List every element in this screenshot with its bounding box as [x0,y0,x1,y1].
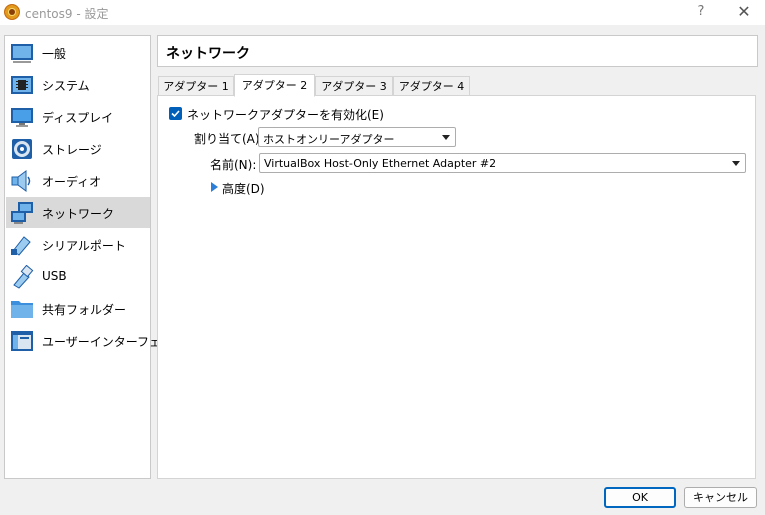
sidebar-item-label: ストレージ [42,143,102,157]
sidebar-item-label: ネットワーク [42,207,115,221]
sidebar-item-audio[interactable]: オーディオ [6,165,150,196]
tab-adapter-4[interactable]: アダプター 4 [393,76,470,96]
adapter-name-label: 名前(N): [210,158,257,172]
shared-folder-icon [11,301,33,318]
close-button[interactable]: ✕ [733,2,755,22]
sidebar-item-system[interactable]: システム [6,69,150,100]
sidebar-item-storage[interactable]: ストレージ [6,133,150,164]
sidebar-item-shared-folders[interactable]: 共有フォルダー [6,293,150,324]
sidebar-item-user-interface[interactable]: ユーザーインターフェース [6,325,184,356]
network-icon [11,202,33,224]
tab-adapter-2[interactable]: アダプター 2 [234,74,315,97]
chevron-down-icon [732,161,740,166]
sidebar-item-usb[interactable]: USB [6,261,150,292]
sidebar-item-label: シリアルポート [42,239,126,253]
display-monitor-icon [11,108,33,127]
chevron-down-icon [442,135,450,140]
adapter-name-value: VirtualBox Host-Only Ethernet Adapter #2 [264,157,497,170]
user-interface-icon [11,331,33,351]
tab-adapter-3[interactable]: アダプター 3 [315,76,393,96]
tab-adapter-1[interactable]: アダプター 1 [158,76,234,96]
adapter-name-select[interactable]: VirtualBox Host-Only Ethernet Adapter #2 [259,153,746,173]
serial-port-icon [11,236,31,256]
window-title: centos9 - 設定 [25,7,109,21]
virtualbox-app-icon [4,4,20,20]
usb-icon [13,265,34,289]
checkmark-icon [171,110,180,118]
sidebar-item-label: 共有フォルダー [42,303,127,317]
enable-adapter-label[interactable]: ネットワークアダプターを有効化(E) [187,106,384,123]
expand-arrow-icon[interactable] [211,182,218,192]
cancel-button[interactable]: キャンセル [684,487,757,508]
enable-adapter-checkbox[interactable] [169,107,182,120]
sidebar-item-label: USB [42,269,67,283]
sidebar-item-label: ディスプレイ [42,111,114,125]
title-bar: centos9 - 設定 ? ✕ [0,0,765,25]
sidebar-item-display[interactable]: ディスプレイ [6,101,150,132]
attached-to-select[interactable]: ホストオンリーアダプター [258,127,456,147]
attached-to-value: ホストオンリーアダプター [263,133,395,146]
sidebar-item-serial-port[interactable]: シリアルポート [6,229,150,260]
ok-button[interactable]: OK [604,487,676,508]
sidebar-item-label: システム [42,79,90,93]
advanced-toggle[interactable]: 高度(D) [222,180,265,197]
sidebar-item-general[interactable]: 一般 [6,37,150,68]
sidebar-item-network[interactable]: ネットワーク [6,197,150,228]
attached-to-label: 割り当て(A): [194,132,264,146]
audio-speaker-icon [11,170,31,192]
system-chip-icon [11,76,33,94]
general-icon [11,44,33,63]
sidebar-item-label: オーディオ [42,175,102,189]
storage-disk-icon [12,139,32,159]
adapter-tab-panel: ネットワークアダプターを有効化(E) 割り当て(A): ホストオンリーアダプター… [157,95,756,479]
page-title: ネットワーク [166,46,250,62]
help-button[interactable]: ? [693,3,709,21]
page-header: ネットワーク [157,35,758,67]
sidebar-item-label: 一般 [42,47,67,61]
settings-sidebar: 一般 システム ディスプレイ ストレージ オーディオ ネットワーク シリアルポー… [4,35,184,479]
